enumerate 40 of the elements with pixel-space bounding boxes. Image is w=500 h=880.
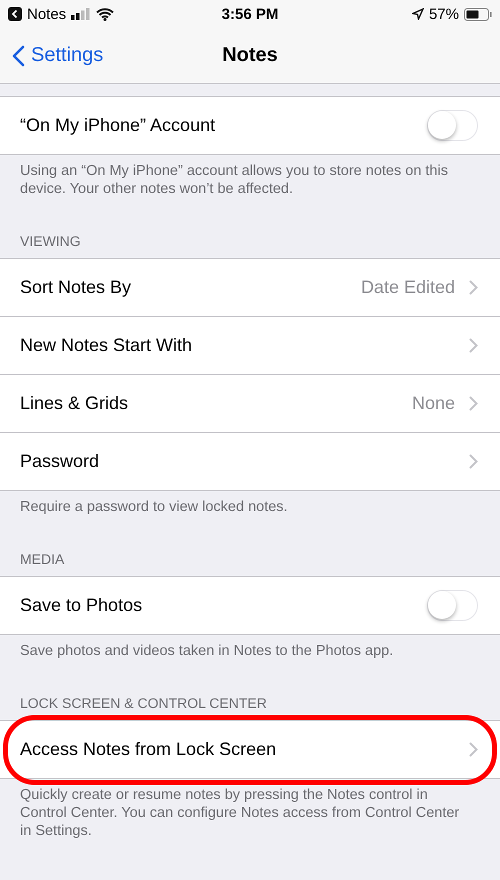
settings-row[interactable]: Access Notes from Lock Screen [0,721,500,778]
settings-row[interactable]: New Notes Start With [0,317,500,375]
section-footer: Quickly create or resume notes by pressing the Notes control in Control Center. You can configure Notes access from Control Center in Settings. [20,787,460,839]
toggle-switch[interactable] [427,590,478,621]
section-header: VIEWING [20,233,81,249]
settings-row[interactable]: “On My iPhone” Account [0,97,500,154]
battery-icon [464,8,492,20]
back-button[interactable]: Settings [0,44,104,67]
chevron-right-icon [469,454,478,469]
signal-icon [71,8,92,20]
toggle-switch[interactable] [427,110,478,141]
settings-row[interactable]: Save to Photos [0,577,500,634]
row-label: “On My iPhone” Account [20,115,216,136]
row-label: New Notes Start With [20,335,194,356]
chevron-right-icon [469,742,478,757]
section-header: LOCK SCREEN & CONTROL CENTER [20,695,267,711]
row-label: Save to Photos [20,595,144,616]
row-label: Password [20,451,100,472]
status-time: 3:56 PM [222,6,278,22]
chevron-right-icon [469,396,478,411]
chevron-right-icon [469,280,478,295]
chevron-left-icon [12,44,25,66]
settings-row[interactable]: Sort Notes By Date Edited [0,259,500,317]
screen-title: Notes [222,44,278,67]
section-footer: Require a password to view locked notes. [20,499,288,515]
row-label: Lines & Grids [20,393,130,414]
settings-row[interactable]: Password [0,433,500,490]
section-footer: Using an “On My iPhone” account allows you to store notes on this device. Your other notes won’t be affected. [20,163,448,197]
row-label: Access Notes from Lock Screen [20,739,278,760]
row-label: Sort Notes By [20,277,132,298]
wifi-icon [96,8,114,20]
section-footer: Save photos and videos taken in Notes to the Photos app. [20,643,394,659]
settings-row[interactable]: Lines & Grids None [0,375,500,433]
battery-percent: 57% [428,6,459,22]
location-arrow-icon [412,8,424,20]
row-value: Date Edited [360,277,455,298]
chevron-right-icon [469,338,478,353]
row-value: None [412,393,455,414]
back-app-label[interactable]: Notes [27,6,66,22]
section-header: MEDIA [20,551,64,567]
